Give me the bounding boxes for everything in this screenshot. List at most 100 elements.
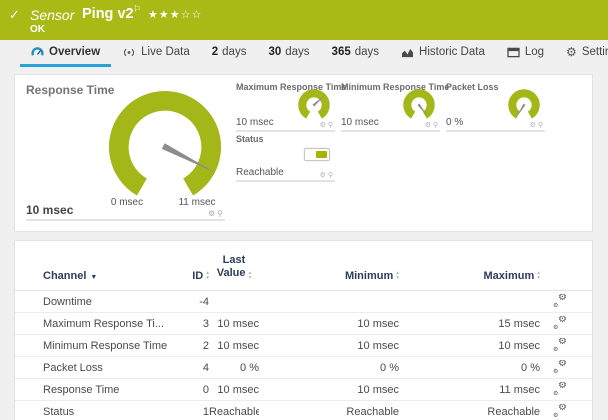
- channel-settings-icon[interactable]: ⚙ ⚙: [553, 404, 567, 419]
- gauge-footer: 10 msec ⚙⚲: [236, 116, 335, 132]
- status-title: Status: [236, 134, 264, 144]
- cell-channel: Status: [43, 405, 75, 418]
- tab-bar: Overview Live Data 2 days 30 days 365 da…: [0, 40, 608, 67]
- log-icon: [507, 47, 520, 58]
- panel-action-icons[interactable]: ⚙⚲: [530, 121, 545, 129]
- status-value: Reachable: [236, 167, 284, 178]
- gear-icon[interactable]: ⚙: [425, 121, 433, 129]
- historic-chart-icon: [401, 47, 414, 58]
- status-indicator-icon: [304, 148, 330, 161]
- cell-minimum: 10 msec: [357, 317, 399, 330]
- gauge-icon: [31, 46, 44, 58]
- panel-action-icons[interactable]: ⚙⚲: [208, 209, 225, 218]
- table-row-status[interactable]: Status 1 Reachable Reachable Reachable ⚙…: [15, 401, 592, 420]
- cell-minimum: 0 %: [380, 361, 399, 374]
- priority-stars[interactable]: ★★★☆☆: [148, 8, 202, 21]
- gauge-footer: 0 % ⚙⚲: [446, 116, 545, 132]
- cell-id: 2: [202, 339, 209, 352]
- gauge-value: 10 msec: [236, 117, 274, 128]
- pin-icon[interactable]: ⚲: [328, 121, 335, 129]
- cell-id: 4: [202, 361, 209, 374]
- packet-loss-gauge-panel[interactable]: Packet Loss 0 % ⚙⚲: [446, 82, 545, 132]
- cell-id: 1: [202, 405, 209, 418]
- gear-icon[interactable]: ⚙: [320, 171, 328, 179]
- tab-number: 365: [331, 46, 351, 58]
- cell-channel: Maximum Response Ti...: [43, 317, 165, 330]
- channel-settings-icon[interactable]: ⚙ ⚙: [553, 316, 567, 331]
- table-row-response-time[interactable]: Response Time 0 10 msec 10 msec 11 msec …: [15, 379, 592, 401]
- tab-label: Historic Data: [419, 46, 485, 58]
- gear-icon[interactable]: ⚙: [530, 121, 538, 129]
- gauge-footer: 10 msec ⚙⚲: [26, 201, 225, 221]
- tab-30-days[interactable]: 30 days: [257, 40, 320, 67]
- sensor-title: Ping v2: [82, 6, 134, 22]
- cell-last-value: 10 msec: [217, 339, 259, 352]
- column-header-minimum[interactable]: Minimum ▴ ▾: [259, 270, 399, 282]
- cell-last-value: 0 %: [240, 361, 259, 374]
- table-row-downtime[interactable]: Downtime -4 ⚙ ⚙: [15, 291, 592, 313]
- tab-label: Log: [524, 46, 545, 58]
- panel-action-icons[interactable]: ⚙⚲: [320, 171, 335, 179]
- tab-label: Overview: [49, 46, 101, 58]
- column-header-maximum[interactable]: Maximum ▴ ▾: [399, 270, 540, 282]
- panel-action-icons[interactable]: ⚙⚲: [320, 121, 335, 129]
- tab-overview[interactable]: Overview: [20, 40, 112, 67]
- table-row-maximum-response-time[interactable]: Maximum Response Ti... 3 10 msec 10 msec…: [15, 313, 592, 335]
- status-panel[interactable]: Status Reachable ⚙⚲: [236, 134, 335, 182]
- cell-id: -4: [199, 295, 209, 308]
- channels-table: Channel ▼ ID ▴ ▾ Last Value ▴ ▾ Minimum ▴ ▾ …: [14, 240, 593, 420]
- sort-arrows-icon: ▴ ▾: [396, 270, 399, 281]
- gauge-value: 10 msec: [341, 117, 379, 128]
- cell-maximum: 10 msec: [498, 339, 540, 352]
- flag-icon[interactable]: ⚐: [133, 4, 141, 15]
- channel-settings-icon[interactable]: ⚙ ⚙: [553, 382, 567, 397]
- cell-last-value: 10 msec: [217, 317, 259, 330]
- gear-icon[interactable]: ⚙: [208, 209, 217, 218]
- tab-label: Settings: [581, 46, 608, 58]
- table-row-minimum-response-time[interactable]: Minimum Response Time 2 10 msec 10 msec …: [15, 335, 592, 357]
- sensor-header: ✓ Sensor Ping v2 ⚐ ★★★☆☆ OK: [0, 0, 608, 40]
- tab-historic-data[interactable]: Historic Data: [390, 40, 496, 67]
- tab-live-data[interactable]: Live Data: [111, 40, 201, 67]
- response-time-gauge-panel[interactable]: Response Time 0 msec 11 msec 10 msec ⚙⚲: [15, 75, 234, 233]
- sensor-kind-label: Sensor: [30, 7, 75, 23]
- gear-icon[interactable]: ⚙: [320, 121, 328, 129]
- pin-icon[interactable]: ⚲: [328, 171, 335, 179]
- pin-icon[interactable]: ⚲: [433, 121, 440, 129]
- column-header-id[interactable]: ID ▴ ▾: [179, 270, 209, 282]
- cell-id: 3: [202, 317, 209, 330]
- tab-settings[interactable]: ⚙ Settings: [555, 40, 608, 67]
- sort-arrows-icon: ▴ ▾: [248, 270, 252, 281]
- channel-settings-icon[interactable]: ⚙ ⚙: [553, 360, 567, 375]
- pin-icon[interactable]: ⚲: [538, 121, 545, 129]
- cell-minimum: 10 msec: [357, 339, 399, 352]
- cell-last-value: Reachable: [209, 405, 259, 418]
- response-time-gauge: [109, 91, 221, 196]
- cell-last-value: 10 msec: [217, 383, 259, 396]
- table-row-packet-loss[interactable]: Packet Loss 4 0 % 0 % 0 % ⚙ ⚙: [15, 357, 592, 379]
- max-response-time-gauge-panel[interactable]: Maximum Response Time 10 msec ⚙⚲: [236, 82, 346, 132]
- gauge-title: Response Time: [26, 83, 115, 97]
- status-footer: Reachable ⚙⚲: [236, 166, 335, 182]
- table-header-row: Channel ▼ ID ▴ ▾ Last Value ▴ ▾ Minimum ▴ ▾ …: [15, 241, 592, 291]
- tab-log[interactable]: Log: [496, 40, 555, 67]
- cell-maximum: 15 msec: [498, 317, 540, 330]
- cell-channel: Downtime: [43, 295, 92, 308]
- tab-365-days[interactable]: 365 days: [321, 40, 390, 67]
- cell-channel: Packet Loss: [43, 361, 103, 374]
- cell-id: 0: [202, 383, 209, 396]
- sort-arrows-icon: ▴ ▾: [537, 270, 540, 281]
- check-icon: ✓: [9, 7, 20, 22]
- gauge-value: 0 %: [446, 117, 464, 128]
- tab-number: 30: [268, 46, 282, 58]
- tab-2-days[interactable]: 2 days: [201, 40, 258, 67]
- pin-icon[interactable]: ⚲: [217, 209, 225, 218]
- panel-action-icons[interactable]: ⚙⚲: [425, 121, 440, 129]
- column-header-last-value[interactable]: Last Value ▴ ▾: [209, 254, 259, 282]
- cell-minimum: Reachable: [346, 405, 399, 418]
- cell-channel: Response Time: [43, 383, 120, 396]
- column-header-channel[interactable]: Channel ▼: [43, 270, 179, 282]
- channel-settings-icon[interactable]: ⚙ ⚙: [553, 294, 567, 309]
- min-response-time-gauge-panel[interactable]: Minimum Response Time 10 msec ⚙⚲: [341, 82, 449, 132]
- channel-settings-icon[interactable]: ⚙ ⚙: [553, 338, 567, 353]
